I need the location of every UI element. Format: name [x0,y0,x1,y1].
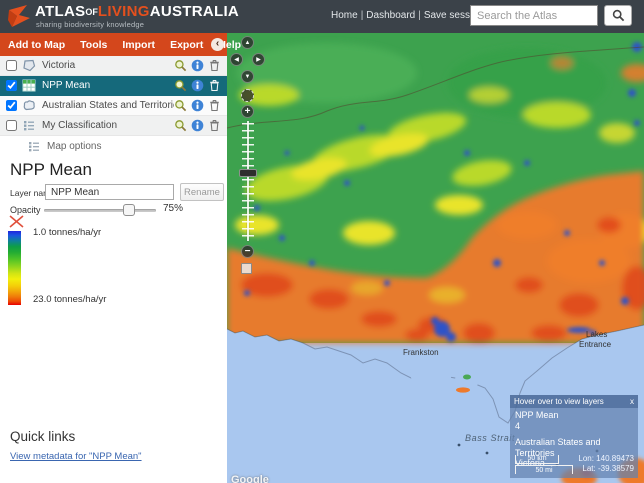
rename-button[interactable]: Rename [180,183,224,201]
zoom-slider-ticks[interactable] [242,123,254,241]
list-icon [27,140,41,153]
zoom-out-button[interactable]: − [241,245,254,258]
zoom-to-layer-icon[interactable] [174,59,187,72]
menu-import[interactable]: Import [122,39,155,51]
pan-right-button[interactable]: ▶ [252,53,265,66]
legend-min-label: 1.0 tonnes/ha/yr [33,227,101,238]
layer-label: Victoria [42,60,174,71]
layer-checkbox[interactable] [6,120,17,131]
search-button[interactable] [604,5,632,26]
info-panel-title: Hover over to view layers [514,397,604,406]
nav-separator: | [361,10,364,21]
info-layer-name: NPP Mean [515,410,633,421]
list-layer-icon [22,119,36,132]
map-label-bass-strait: Bass Strait [465,433,515,443]
map-options-label: Map options [47,141,101,152]
zoom-extent-button[interactable] [241,89,254,102]
map-info-panel: Hover over to view layers x NPP Mean 4 A… [510,395,638,478]
opacity-slider-track[interactable] [44,209,156,212]
layer-list: Victoria NPP Mean Australian States and … [0,56,227,156]
brand-atlas: ATLAS [35,3,85,20]
layer-row-my-classification[interactable]: My Classification [0,116,227,136]
pan-down-button[interactable]: ▼ [241,70,254,83]
legend-max-label: 23.0 tonnes/ha/yr [33,294,106,305]
zoom-in-button[interactable]: + [241,105,254,118]
info-icon[interactable] [191,119,204,132]
menu-tools[interactable]: Tools [80,39,107,51]
zoom-to-layer-icon[interactable] [174,99,187,112]
layer-row-australian-states[interactable]: Australian States and Territories [0,96,227,116]
pan-up-button[interactable]: ▲ [241,36,254,49]
map-label-lakes-entrance: Entrance [579,340,612,349]
delete-layer-icon[interactable] [208,119,221,132]
map-canvas[interactable]: Lakes Entrance Frankston Bass Strait ▲ ◀… [227,33,644,483]
search-input[interactable] [470,5,598,26]
info-layer-value: 4 [515,421,633,432]
cursor-coordinates: Lon: 140.89473 Lat: -39.38579 [578,454,634,474]
layer-checkbox[interactable] [6,60,17,71]
overview-map-toggle[interactable] [241,263,252,274]
brand-title: ATLASOFLIVINGAUSTRALIA [35,4,239,20]
map-label-frankston: Frankston [403,348,439,357]
zoom-to-layer-icon[interactable] [174,119,187,132]
zoom-to-layer-icon[interactable] [174,79,187,92]
brand-australia: AUSTRALIA [150,3,239,20]
layer-row-victoria[interactable]: Victoria [0,56,227,76]
latitude-readout: Lat: -39.38579 [578,464,634,474]
grid-layer-icon [22,79,36,92]
layer-name-input[interactable] [45,184,174,200]
menu-add-to-map[interactable]: Add to Map [8,39,65,51]
western-port-bay [455,370,479,390]
layer-label: My Classification [42,120,174,131]
info-icon[interactable] [191,79,204,92]
brand-living: LIVING [98,3,150,20]
close-icon[interactable]: x [630,397,634,406]
scale-km-label: 50 km [515,455,559,464]
app-header: ATLASOFLIVINGAUSTRALIA sharing biodivers… [0,0,644,33]
scale-mi-label: 50 mi [515,465,573,474]
longitude-readout: Lon: 140.89473 [578,454,634,464]
map-label-lakes-entrance: Lakes [586,330,607,339]
delete-layer-icon[interactable] [208,59,221,72]
nav-home[interactable]: Home [331,10,358,21]
sidebar-collapse-button[interactable]: ‹ [211,38,224,51]
layer-label: Australian States and Territories [42,100,174,111]
info-icon[interactable] [191,59,204,72]
nav-separator: | [418,10,421,21]
map-options-item[interactable]: Map options [0,136,227,156]
delete-layer-icon[interactable] [208,79,221,92]
layer-checkbox[interactable] [6,100,17,111]
opacity-slider-handle[interactable] [123,204,135,216]
polygon-layer-icon [22,59,36,72]
nav-dashboard[interactable]: Dashboard [366,10,415,21]
quick-links-title: Quick links [10,429,75,444]
remove-legend-icon[interactable] [8,214,25,229]
brand-tagline: sharing biodiversity knowledge [36,20,144,29]
delete-layer-icon[interactable] [208,99,221,112]
opacity-value: 75% [163,203,183,214]
view-metadata-link[interactable]: View metadata for "NPP Mean" [10,451,142,462]
layer-checkbox[interactable] [6,80,17,91]
info-icon[interactable] [191,99,204,112]
polygon-layer-icon [22,99,36,112]
zoom-slider-handle[interactable] [239,169,257,177]
panel-title: NPP Mean [10,160,92,180]
ala-logo-icon [7,4,32,29]
search-icon [612,9,625,22]
legend-gradient-bar [8,231,21,305]
pan-left-button[interactable]: ◀ [230,53,243,66]
layer-row-npp-mean[interactable]: NPP Mean [0,76,227,96]
layer-label: NPP Mean [42,80,174,91]
scale-bar: 50 km 50 mi [515,455,573,474]
menu-export[interactable]: Export [170,39,203,51]
brand-of: OF [85,7,98,17]
sidebar-menubar: Add to Map Tools Import Export Help ‹ [0,33,227,56]
